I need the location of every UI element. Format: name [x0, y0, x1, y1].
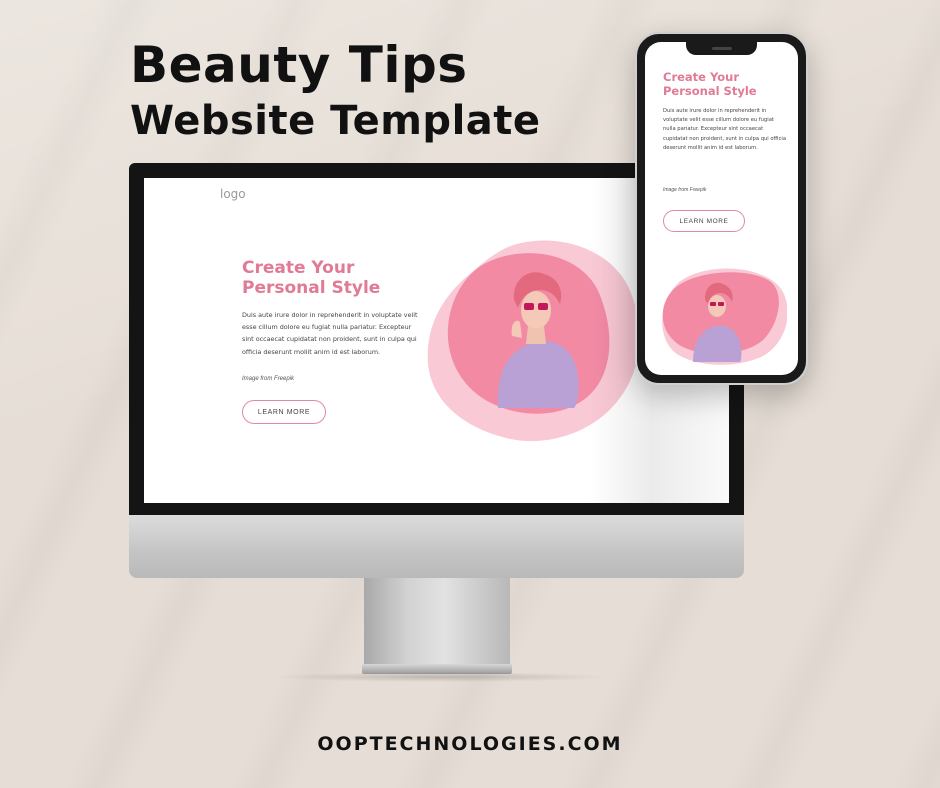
speaker-grille [712, 47, 732, 50]
stand-shadow [270, 672, 610, 682]
phone-notch [686, 42, 757, 55]
banner-title-line1: Beauty Tips [130, 36, 468, 94]
mobile-hero-image [662, 268, 787, 365]
mobile-face [708, 295, 726, 317]
site-logo[interactable]: logo [220, 187, 246, 201]
mobile-hero-title: Create Your Personal Style [663, 70, 757, 98]
mobile-sunglasses-right [718, 302, 724, 306]
sunglasses-left [524, 303, 534, 310]
mobile-sunglasses-left [710, 302, 716, 306]
banner-title-line2: Website Template [130, 98, 541, 144]
mobile-hero-body-text: Duis aute irure dolor in reprehenderit i… [663, 108, 787, 151]
monitor-stand [364, 578, 510, 666]
mobile-screen: Create Your Personal Style Duis aute iru… [645, 42, 798, 375]
footer-website-url[interactable]: OOPTECHNOLOGIES.COM [0, 733, 940, 755]
mobile-image-credit: Image from Freepik [663, 187, 707, 193]
learn-more-button[interactable]: LEARN MORE [242, 400, 326, 424]
sunglasses-right [538, 303, 548, 310]
banner-headline: Beauty Tips Website Template [130, 36, 541, 146]
image-credit: Image from Freepik [242, 376, 295, 382]
hero-title: Create Your Personal Style [242, 258, 381, 298]
mobile-learn-more-button[interactable]: LEARN MORE [663, 210, 745, 232]
mobile-phone: Create Your Personal Style Duis aute iru… [635, 32, 808, 385]
monitor-chin [129, 515, 744, 578]
hero-body-text: Duis aute irure dolor in reprehenderit i… [242, 311, 418, 356]
face [521, 291, 551, 329]
